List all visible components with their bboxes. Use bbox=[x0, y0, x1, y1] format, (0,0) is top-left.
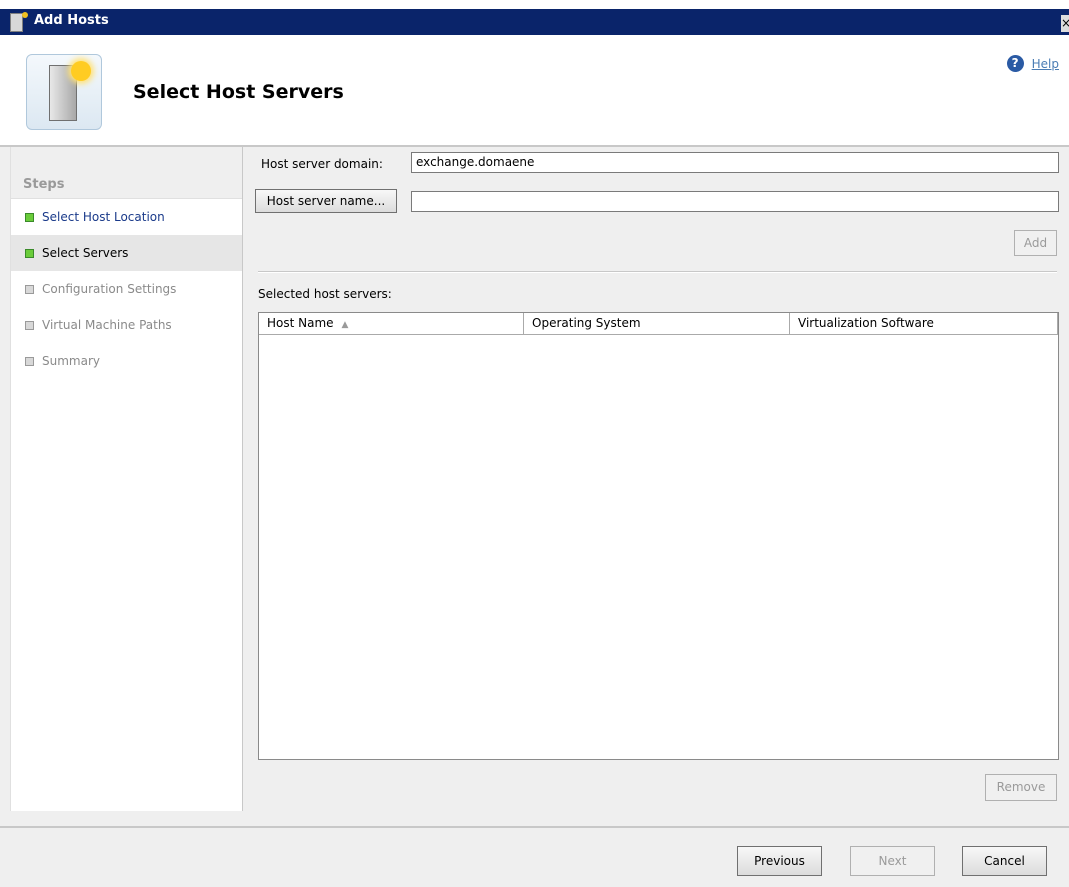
page-title: Select Host Servers bbox=[133, 81, 344, 103]
column-virtualization-software[interactable]: Virtualization Software bbox=[790, 313, 1058, 334]
add-hosts-icon bbox=[10, 12, 28, 32]
domain-field[interactable]: exchange.domaene bbox=[411, 152, 1059, 173]
add-button[interactable]: Add bbox=[1014, 230, 1057, 256]
step-status-icon bbox=[25, 212, 34, 222]
star-burst-shape bbox=[71, 61, 91, 81]
previous-button[interactable]: Previous bbox=[737, 846, 822, 876]
wizard-body: Steps Select Host Location Select Server… bbox=[0, 147, 1069, 827]
window-titlebar: Add Hosts × bbox=[0, 0, 1069, 35]
step-virtual-machine-paths: Virtual Machine Paths bbox=[11, 307, 242, 343]
divider bbox=[258, 271, 1057, 273]
step-status-icon bbox=[25, 248, 34, 258]
step-select-host-location[interactable]: Select Host Location bbox=[11, 199, 242, 235]
sort-ascending-icon: ▲ bbox=[341, 320, 349, 330]
column-label: Host Name bbox=[267, 316, 334, 330]
help-icon[interactable]: ? bbox=[1006, 55, 1024, 72]
table-header: Host Name ▲ Operating System Virtualizati… bbox=[259, 313, 1058, 335]
step-summary: Summary bbox=[11, 343, 242, 379]
step-label: Configuration Settings bbox=[42, 282, 177, 296]
step-label: Virtual Machine Paths bbox=[42, 318, 172, 332]
selected-servers-label: Selected host servers: bbox=[258, 287, 392, 301]
column-operating-system[interactable]: Operating System bbox=[524, 313, 790, 334]
cancel-button[interactable]: Cancel bbox=[962, 846, 1047, 876]
titlebar-band bbox=[0, 9, 1069, 35]
host-server-name-input[interactable] bbox=[411, 191, 1059, 212]
step-status-icon bbox=[25, 320, 34, 330]
step-configuration-settings: Configuration Settings bbox=[11, 271, 242, 307]
steps-panel: Steps Select Host Location Select Server… bbox=[10, 147, 243, 811]
domain-label: Host server domain: bbox=[261, 157, 383, 171]
selected-servers-table[interactable]: Host Name ▲ Operating System Virtualizati… bbox=[258, 312, 1059, 760]
wizard-header: Select Host Servers ? Help bbox=[0, 35, 1069, 147]
help-link[interactable]: ? Help bbox=[1006, 55, 1059, 72]
help-label[interactable]: Help bbox=[1032, 57, 1059, 71]
column-host-name[interactable]: Host Name ▲ bbox=[259, 313, 524, 334]
remove-button[interactable]: Remove bbox=[985, 774, 1057, 801]
step-label: Summary bbox=[42, 354, 100, 368]
steps-heading: Steps bbox=[11, 147, 242, 199]
close-icon[interactable]: × bbox=[1061, 15, 1069, 32]
step-status-icon bbox=[25, 356, 34, 366]
next-button[interactable]: Next bbox=[850, 846, 935, 876]
step-label: Select Host Location bbox=[42, 210, 165, 224]
host-server-name-button[interactable]: Host server name... bbox=[255, 189, 397, 213]
wizard-footer: Previous Next Cancel bbox=[0, 826, 1069, 887]
step-select-servers[interactable]: Select Servers bbox=[11, 235, 242, 271]
main-content: Host server domain: exchange.domaene Hos… bbox=[255, 147, 1059, 827]
window-title: Add Hosts bbox=[34, 13, 109, 28]
step-label: Select Servers bbox=[42, 246, 129, 260]
step-status-icon bbox=[25, 284, 34, 294]
server-icon bbox=[26, 54, 102, 130]
